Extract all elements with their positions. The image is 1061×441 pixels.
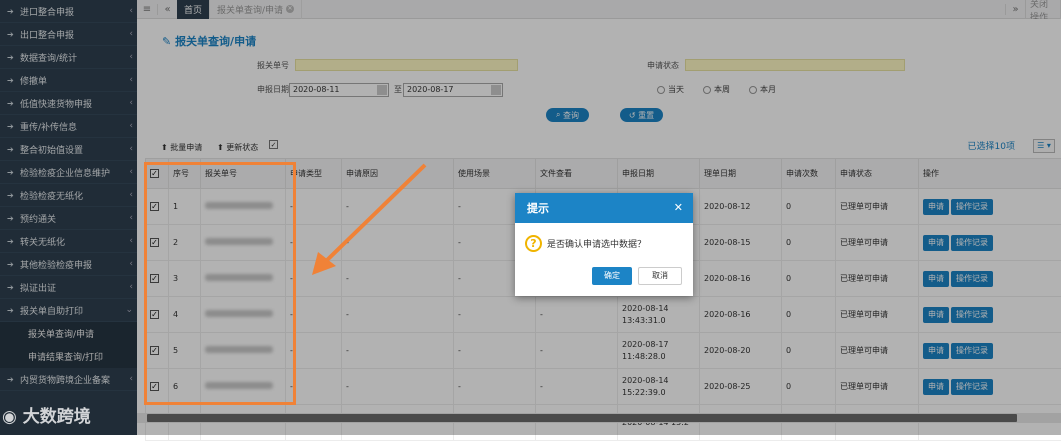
watermark: ◉ 大数跨境 [2, 402, 91, 427]
question-icon: ? [525, 235, 542, 252]
dialog-header: 提示 ✕ [515, 193, 693, 223]
dialog-ok-button[interactable]: 确定 [592, 267, 632, 285]
dialog-cancel-button[interactable]: 取消 [638, 267, 682, 285]
dialog-body: ? 是否确认申请选中数据？ [515, 223, 693, 252]
dialog-title: 提示 [527, 200, 549, 216]
logo-icon: ◉ [2, 407, 17, 427]
confirm-dialog: 提示 ✕ ? 是否确认申请选中数据？ 确定 取消 [515, 193, 693, 296]
close-icon[interactable]: ✕ [674, 201, 683, 214]
dialog-message: 是否确认申请选中数据？ [547, 237, 646, 250]
